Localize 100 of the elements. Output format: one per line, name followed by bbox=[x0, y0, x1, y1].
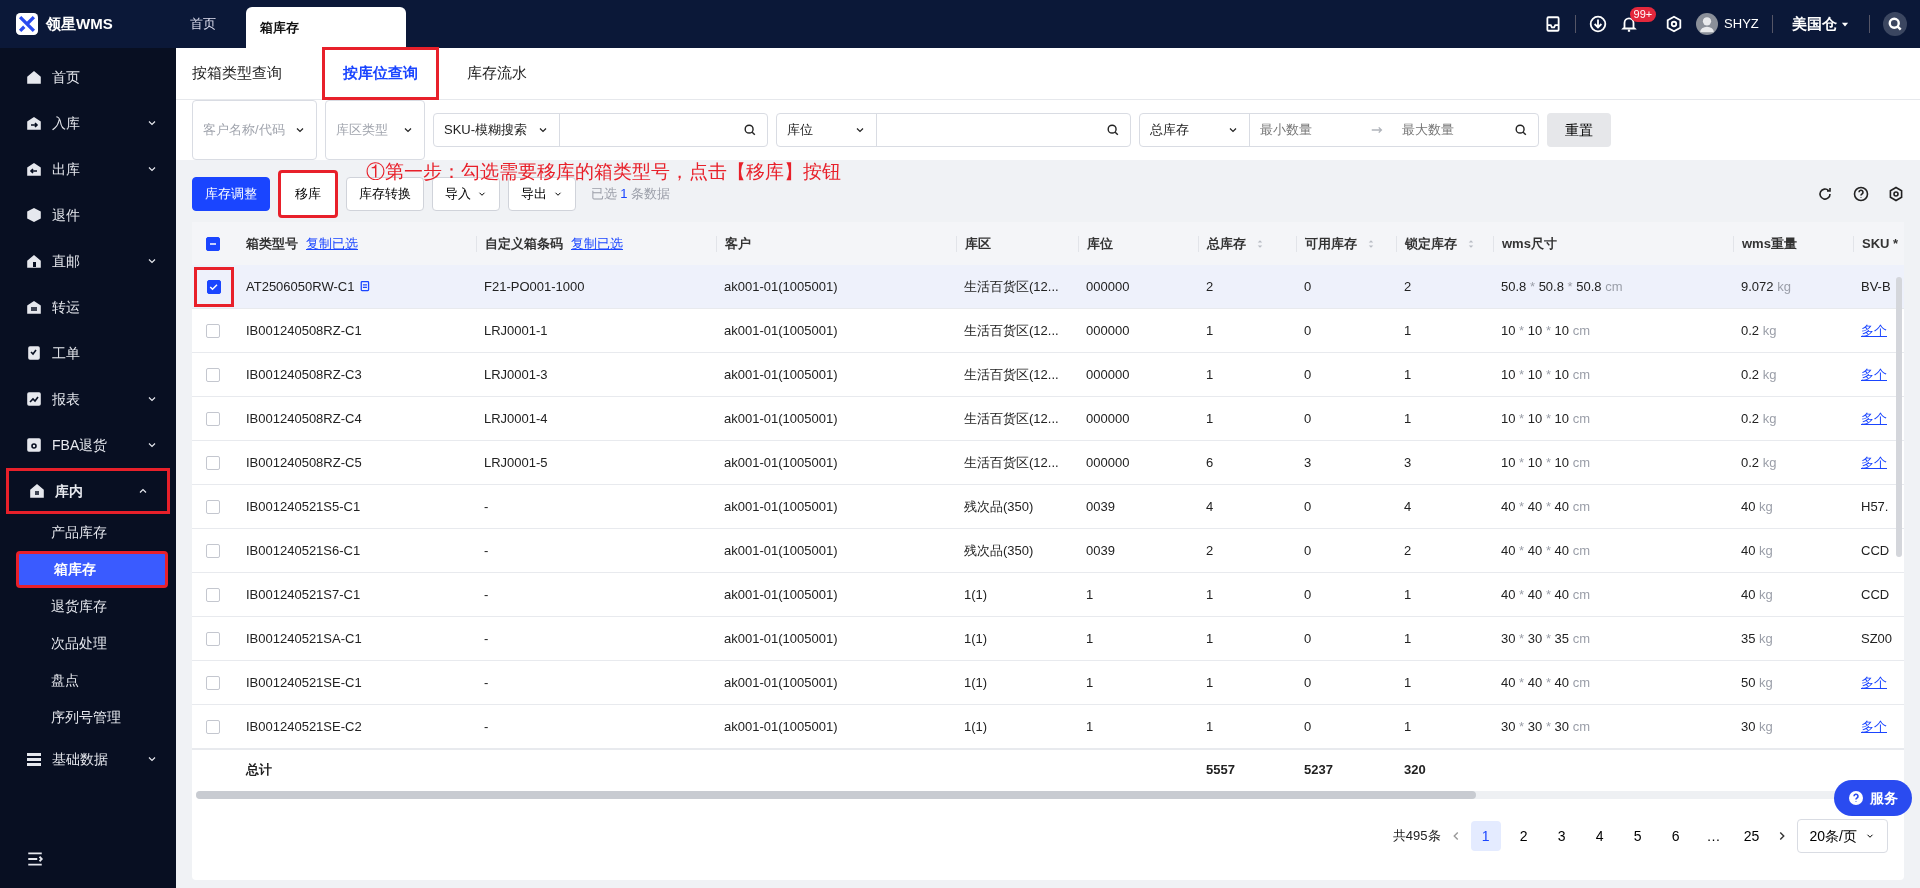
row-checkbox[interactable] bbox=[206, 543, 220, 558]
row-checkbox[interactable] bbox=[206, 675, 220, 690]
settings-icon[interactable] bbox=[1664, 15, 1683, 33]
house-icon bbox=[26, 69, 42, 85]
row-checkbox[interactable] bbox=[206, 367, 220, 382]
warehouse-selector[interactable]: 美国仓 bbox=[1785, 11, 1856, 37]
sidebar-item[interactable]: 基础数据 bbox=[0, 736, 176, 782]
table-cell: 1 bbox=[1206, 674, 1214, 690]
table-cell: 000000 bbox=[1086, 322, 1130, 338]
row-checkbox[interactable] bbox=[206, 631, 220, 646]
sub-tab[interactable]: 库存流水 bbox=[467, 58, 539, 89]
selection-info: 已选 1 条数据 bbox=[590, 185, 670, 204]
sidebar-item[interactable]: 出库 bbox=[0, 146, 176, 192]
inbox-icon[interactable] bbox=[1543, 15, 1562, 33]
page-tab[interactable]: 首页 bbox=[176, 0, 246, 48]
sub-tab[interactable]: 按库位查询 bbox=[322, 47, 439, 100]
table-cell: LRJ0001-4 bbox=[484, 410, 548, 426]
page-button[interactable]: 25 bbox=[1736, 821, 1767, 851]
sidebar-item[interactable]: 报表 bbox=[0, 376, 176, 422]
sku-link[interactable]: 多个 bbox=[1861, 410, 1887, 426]
table-cell: 10 * 10 * 10 cm bbox=[1501, 322, 1590, 338]
table-cell: 1 bbox=[1206, 630, 1214, 646]
table-cell: 0.2 kg bbox=[1741, 454, 1777, 470]
search-icon[interactable] bbox=[1883, 12, 1907, 36]
sidebar-subitem[interactable]: 次品处理 bbox=[16, 625, 168, 662]
table-cell: 0039 bbox=[1086, 542, 1115, 558]
table-cell: 1 bbox=[1404, 718, 1412, 734]
collapse-icon[interactable] bbox=[26, 850, 44, 868]
sidebar-item[interactable]: 直邮 bbox=[0, 238, 176, 284]
sidebar-item[interactable]: FBA退货 bbox=[0, 422, 176, 468]
help-icon[interactable] bbox=[1852, 186, 1869, 202]
reset-button[interactable]: 重置 bbox=[1547, 113, 1611, 147]
toolbar-button[interactable]: 移库 bbox=[278, 170, 338, 218]
sidebar-subitem[interactable]: 盘点 bbox=[16, 662, 168, 699]
row-checkbox[interactable] bbox=[206, 719, 220, 734]
table-cell: 1 bbox=[1086, 630, 1094, 646]
toolbar-button[interactable]: 库存调整 bbox=[192, 177, 270, 211]
scrollbar-thumb[interactable] bbox=[196, 791, 1476, 799]
page-button[interactable]: 1 bbox=[1470, 821, 1501, 851]
table-cell: 生活百货区(12... bbox=[964, 366, 1059, 382]
sidebar-subitem[interactable]: 产品库存 bbox=[16, 514, 168, 551]
page-button[interactable]: 4 bbox=[1584, 821, 1615, 851]
sidebar-item[interactable]: 首页 bbox=[0, 54, 176, 100]
search-icon[interactable] bbox=[1514, 123, 1528, 137]
table-cell: LRJ0001-3 bbox=[484, 366, 548, 382]
page-tab[interactable]: 箱库存 bbox=[246, 7, 406, 48]
refresh-icon[interactable] bbox=[1817, 186, 1833, 202]
row-checkbox[interactable] bbox=[206, 323, 220, 338]
table-cell: 生活百货区(12... bbox=[964, 454, 1059, 470]
total-count: 共495条 bbox=[1392, 827, 1441, 846]
table-cell: 4 bbox=[1206, 498, 1214, 514]
sidebar-item[interactable]: 库内 bbox=[6, 468, 170, 514]
row-checkbox[interactable] bbox=[206, 499, 220, 514]
scrollbar-thumb[interactable] bbox=[1896, 277, 1902, 557]
page-button[interactable]: 3 bbox=[1546, 821, 1577, 851]
table-cell: 40 * 40 * 40 cm bbox=[1501, 674, 1590, 690]
table-cell: ak001-01(1005001) bbox=[724, 278, 838, 294]
sidebar-item[interactable]: 入库 bbox=[0, 100, 176, 146]
logo-icon bbox=[16, 13, 38, 35]
sku-link[interactable]: 多个 bbox=[1861, 366, 1887, 382]
sku-link[interactable]: 多个 bbox=[1861, 322, 1887, 338]
page-button[interactable]: 2 bbox=[1508, 821, 1539, 851]
avatar-icon[interactable] bbox=[1695, 13, 1718, 35]
sidebar-subitem[interactable]: 序列号管理 bbox=[16, 699, 168, 736]
sku-link[interactable]: 多个 bbox=[1861, 718, 1887, 734]
table-cell: 3 bbox=[1304, 454, 1312, 470]
column-header: 库区 bbox=[965, 234, 991, 253]
table-cell: 9.072 kg bbox=[1741, 278, 1791, 294]
download-icon[interactable] bbox=[1588, 15, 1607, 33]
table-cell: 残次品(350) bbox=[964, 498, 1034, 514]
sku-link[interactable]: 多个 bbox=[1861, 674, 1887, 690]
sidebar-subitem[interactable]: 箱库存 bbox=[16, 551, 168, 588]
page-size-select[interactable]: 20条/页 bbox=[1796, 819, 1888, 853]
copy-selected-link[interactable]: 复制已选 bbox=[571, 233, 623, 254]
row-checkbox[interactable] bbox=[206, 411, 220, 426]
table-cell: 1 bbox=[1086, 718, 1094, 734]
sub-tab[interactable]: 按箱类型查询 bbox=[192, 58, 294, 89]
settings-icon[interactable] bbox=[1888, 186, 1904, 202]
table-cell: - bbox=[484, 586, 489, 602]
row-checkbox[interactable] bbox=[206, 455, 220, 470]
sidebar-item[interactable]: 转运 bbox=[0, 284, 176, 330]
page-button[interactable]: 5 bbox=[1622, 821, 1653, 851]
sidebar-item[interactable]: 工单 bbox=[0, 330, 176, 376]
table-cell: 0 bbox=[1304, 498, 1312, 514]
table-cell: 0 bbox=[1304, 278, 1312, 294]
row-checkbox[interactable] bbox=[207, 279, 221, 294]
sku-link[interactable]: 多个 bbox=[1861, 454, 1887, 470]
page-button[interactable]: 6 bbox=[1660, 821, 1691, 851]
column-header: 锁定库存 bbox=[1405, 234, 1457, 253]
copy-selected-link[interactable]: 复制已选 bbox=[306, 233, 358, 254]
table-cell-text: IB001240508RZ-C1 bbox=[246, 321, 362, 340]
sidebar-item[interactable]: 退件 bbox=[0, 192, 176, 238]
service-button[interactable]: 服务 bbox=[1834, 780, 1912, 816]
user-name[interactable]: SHYZ bbox=[1724, 14, 1759, 34]
sidebar-subitem[interactable]: 退货库存 bbox=[16, 588, 168, 625]
table-cell: ak001-01(1005001) bbox=[724, 498, 838, 514]
page-button[interactable]: … bbox=[1698, 821, 1729, 851]
row-checkbox[interactable] bbox=[206, 587, 220, 602]
table-cell: 1 bbox=[1206, 322, 1214, 338]
select-all-checkbox[interactable] bbox=[206, 236, 220, 251]
